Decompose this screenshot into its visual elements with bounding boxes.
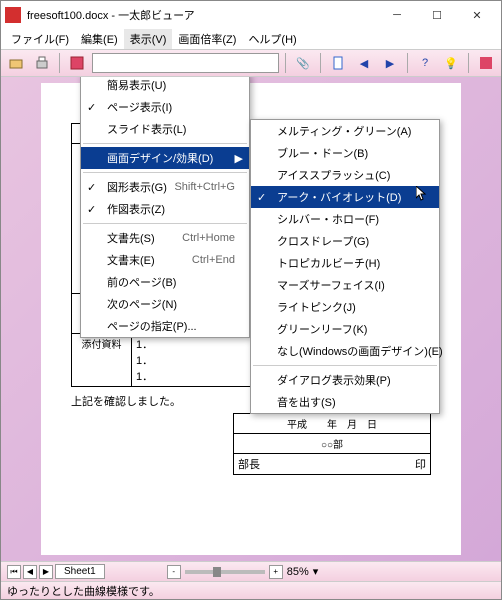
toolbar: 📎 ◀ ▶ ? 💡 [1, 49, 501, 77]
document-area: 日 時 平 成 年 月 日 時 分 内 容 特記事項 添付資料 1．1．1． 上… [1, 77, 501, 561]
sm-p[interactable]: ダイアログ表示効果(P) [251, 369, 439, 391]
help-icon[interactable]: ? [414, 52, 436, 74]
zoom-value: 85% [287, 566, 309, 578]
window: freesoft100.docx - 一太郎ビューア ─ ☐ ✕ ファイル(F)… [0, 0, 502, 600]
zoom-out-icon[interactable]: - [167, 565, 181, 579]
zoom-slider[interactable] [185, 570, 265, 574]
bulb-icon[interactable]: 💡 [440, 52, 462, 74]
exit-icon[interactable] [475, 52, 497, 74]
sm-i[interactable]: マーズサーフェイス(I) [251, 274, 439, 296]
sm-h[interactable]: トロピカルビーチ(H) [251, 252, 439, 274]
status-text: ゆったりとした曲線模様です。 [7, 583, 160, 599]
sm-k[interactable]: グリーンリーフ(K) [251, 318, 439, 340]
sm-d[interactable]: ✓アーク・バイオレット(D) [251, 186, 439, 208]
menu-help[interactable]: ヘルプ(H) [242, 29, 302, 49]
zoom-control: - + 85% ▾ [167, 565, 319, 579]
sm-c[interactable]: アイススプラッシュ(C) [251, 164, 439, 186]
row-attach-label: 添付資料 [72, 334, 132, 387]
mi-artwork[interactable]: ✓作図表示(Z) [81, 198, 249, 220]
mi-summary[interactable]: 簡易表示(U) [81, 77, 249, 96]
sm-s[interactable]: 音を出す(S) [251, 391, 439, 413]
sm-e[interactable]: なし(Windowsの画面デザイン)(E) [251, 340, 439, 362]
tab-next-icon[interactable]: ▶ [39, 565, 53, 579]
font-combo[interactable] [92, 53, 279, 73]
zoom-dropdown-icon[interactable]: ▾ [313, 565, 319, 578]
menu-edit[interactable]: 編集(E) [75, 29, 124, 49]
next-icon[interactable]: ▶ [379, 52, 401, 74]
tab-sheet1[interactable]: Sheet1 [55, 564, 105, 579]
sm-g[interactable]: クロスドレープ(G) [251, 230, 439, 252]
menubar: ファイル(F) 編集(E) 表示(V) 画面倍率(Z) ヘルプ(H) [1, 29, 501, 49]
statusbar: ゆったりとした曲線模様です。 [1, 581, 501, 599]
tab-prev-icon[interactable]: ◀ [23, 565, 37, 579]
design-submenu: メルティング・グリーン(A) ブルー・ドーン(B) アイススプラッシュ(C) ✓… [250, 119, 440, 414]
window-title: freesoft100.docx - 一太郎ビューア [27, 7, 377, 23]
sm-j[interactable]: ライトピンク(J) [251, 296, 439, 318]
sm-f[interactable]: シルバー・ホロー(F) [251, 208, 439, 230]
titlebar: freesoft100.docx - 一太郎ビューア ─ ☐ ✕ [1, 1, 501, 29]
sm-a[interactable]: メルティング・グリーン(A) [251, 120, 439, 142]
mi-nextpage[interactable]: 次のページ(N) [81, 293, 249, 315]
attach-icon[interactable]: 📎 [292, 52, 314, 74]
menu-view[interactable]: 表示(V) [124, 29, 173, 49]
mi-design[interactable]: 画面デザイン/効果(D)▶ [81, 147, 249, 169]
prev-icon[interactable]: ◀ [353, 52, 375, 74]
tab-first-icon[interactable]: ⏮ [7, 565, 21, 579]
mi-prevpage[interactable]: 前のページ(B) [81, 271, 249, 293]
mi-page[interactable]: ✓ページ表示(I) [81, 96, 249, 118]
mi-slide[interactable]: スライド表示(L) [81, 118, 249, 140]
print-icon[interactable] [31, 52, 53, 74]
close-button[interactable]: ✕ [457, 1, 497, 29]
view-dropdown: 簡易表示(U) ✓ページ表示(I) スライド表示(L) 画面デザイン/効果(D)… [80, 77, 250, 338]
menu-zoom[interactable]: 画面倍率(Z) [172, 29, 242, 49]
mi-docend[interactable]: 文書末(E)Ctrl+End [81, 249, 249, 271]
menu-file[interactable]: ファイル(F) [5, 29, 75, 49]
open-icon[interactable] [5, 52, 27, 74]
maximize-button[interactable]: ☐ [417, 1, 457, 29]
mi-pagespec[interactable]: ページの指定(P)... [81, 315, 249, 337]
app-icon [5, 7, 21, 23]
sheet-tabs: ⏮ ◀ ▶ Sheet1 - + 85% ▾ [1, 561, 501, 581]
tool-icon[interactable] [66, 52, 88, 74]
mi-figure[interactable]: ✓図形表示(G)Shift+Ctrl+G [81, 176, 249, 198]
zoom-in-icon[interactable]: + [269, 565, 283, 579]
date2: 平成 年 月 日 [234, 414, 431, 434]
dept: ○○部 [234, 434, 431, 454]
sm-b[interactable]: ブルー・ドーン(B) [251, 142, 439, 164]
mi-docstart[interactable]: 文書先(S)Ctrl+Home [81, 227, 249, 249]
page-icon[interactable] [327, 52, 349, 74]
chief-row: 部長印 [234, 454, 431, 475]
minimize-button[interactable]: ─ [377, 1, 417, 29]
